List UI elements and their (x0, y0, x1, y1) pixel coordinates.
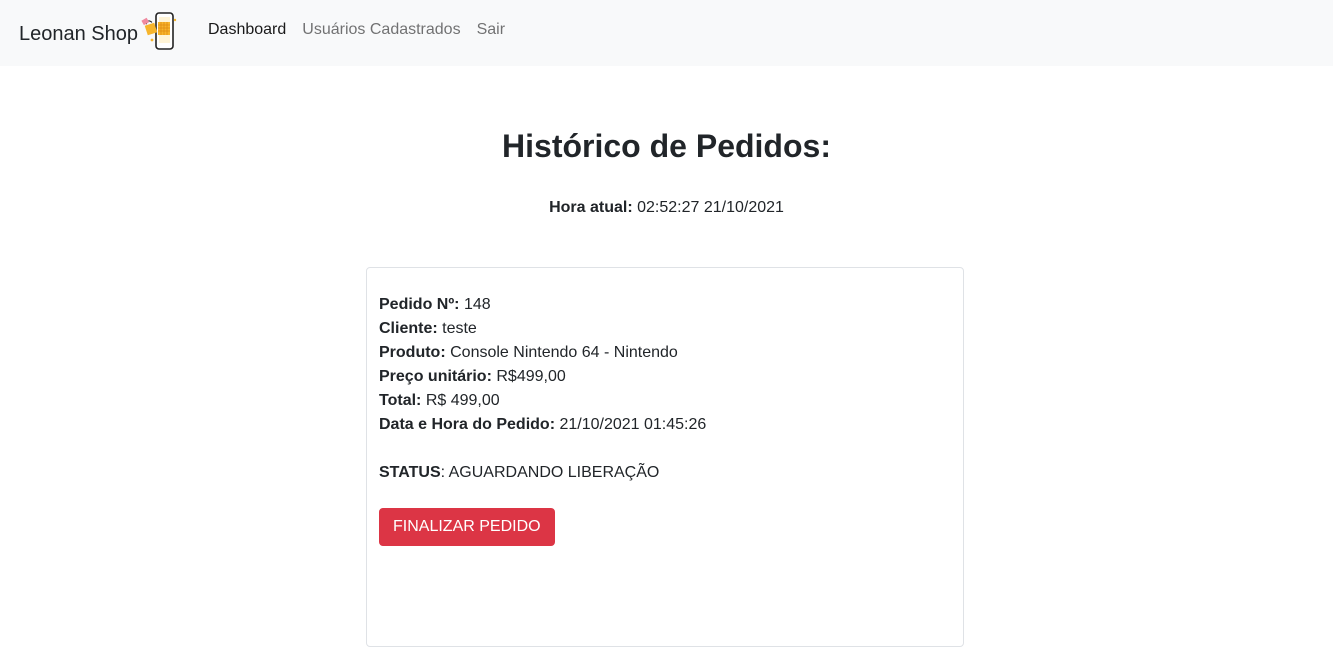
order-total: Total: R$ 499,00 (379, 389, 706, 413)
shopping-phone-logo-icon (141, 12, 177, 50)
order-unit-price-value: R$499,00 (496, 368, 566, 385)
current-time: Hora atual: 02:52:27 21/10/2021 (0, 197, 1333, 219)
current-time-label: Hora atual: (549, 199, 633, 216)
order-client-value: teste (442, 320, 477, 337)
order-datetime: Data e Hora do Pedido: 21/10/2021 01:45:… (379, 413, 706, 437)
order-card-body: Pedido Nº: 148 Cliente: teste Produto: C… (379, 293, 706, 485)
current-time-value: 02:52:27 21/10/2021 (637, 199, 784, 216)
order-unit-price: Preço unitário: R$499,00 (379, 365, 706, 389)
navbar: Leonan Shop Dashboard Usuários Cadastrad… (0, 0, 1333, 66)
order-client-label: Cliente: (379, 320, 438, 337)
order-datetime-label: Data e Hora do Pedido: (379, 416, 556, 433)
nav-link-usuarios-cadastrados[interactable]: Usuários Cadastrados (302, 19, 460, 41)
order-status-label: STATUS (379, 464, 441, 481)
nav-link-dashboard[interactable]: Dashboard (208, 19, 286, 41)
order-client: Cliente: teste (379, 317, 706, 341)
finish-order-button[interactable]: FINALIZAR PEDIDO (379, 508, 555, 546)
order-card: Pedido Nº: 148 Cliente: teste Produto: C… (366, 267, 964, 647)
order-product: Produto: Console Nintendo 64 - Nintendo (379, 341, 706, 365)
brand-name: Leonan Shop (19, 23, 139, 45)
order-product-label: Produto: (379, 344, 446, 361)
nav-link-sair[interactable]: Sair (477, 19, 505, 41)
order-datetime-value: 21/10/2021 01:45:26 (559, 416, 707, 433)
order-product-value: Console Nintendo 64 - Nintendo (450, 344, 678, 361)
order-status-value: : AGUARDANDO LIBERAÇÃO (440, 464, 660, 481)
order-number-value: 148 (463, 296, 491, 313)
nav-links: Dashboard Usuários Cadastrados Sair (208, 19, 505, 41)
brand-link[interactable]: Leonan Shop (19, 12, 180, 54)
order-number: Pedido Nº: 148 (379, 293, 706, 317)
page-title: Histórico de Pedidos: (502, 128, 831, 164)
order-total-value: R$ 499,00 (425, 392, 500, 409)
order-total-label: Total: (379, 392, 422, 409)
order-unit-price-label: Preço unitário: (379, 368, 492, 385)
order-status: STATUS: AGUARDANDO LIBERAÇÃO (379, 461, 706, 485)
order-number-label: Pedido Nº: (379, 296, 460, 313)
